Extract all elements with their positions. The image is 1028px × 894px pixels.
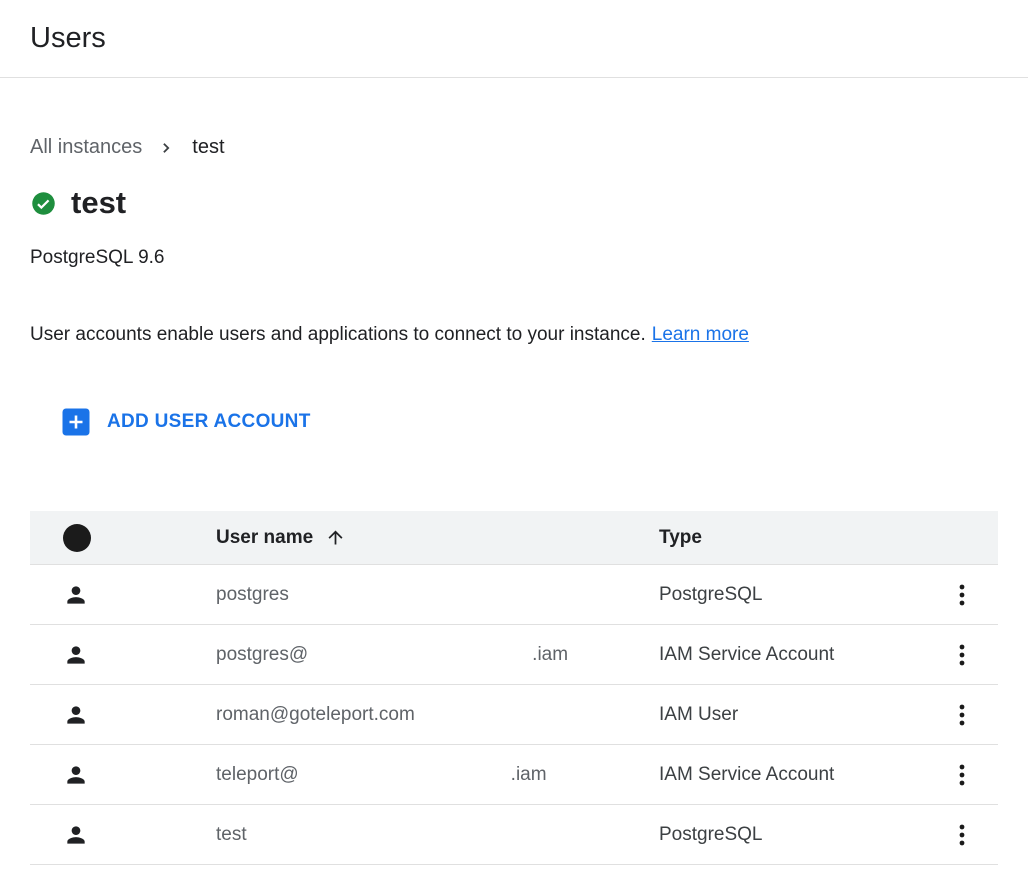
person-icon — [63, 642, 89, 668]
row-menu-button[interactable] — [946, 698, 978, 732]
row-menu-button[interactable] — [946, 818, 978, 852]
redacted-gap — [308, 659, 532, 660]
table-row: test PostgreSQL — [30, 805, 998, 865]
more-vert-icon — [950, 582, 974, 608]
user-type-cell: PostgreSQL — [659, 584, 926, 606]
plus-icon — [62, 408, 90, 436]
users-header-icon — [63, 524, 91, 552]
arrow-upward-icon — [325, 527, 346, 548]
user-type-cell: PostgreSQL — [659, 824, 926, 846]
more-vert-icon — [950, 702, 974, 728]
table-row: postgres PostgreSQL — [30, 565, 998, 625]
user-name-cell: postgres@.iam — [216, 644, 568, 666]
chevron-right-icon — [156, 137, 178, 159]
person-icon — [63, 702, 89, 728]
breadcrumb-all-instances[interactable]: All instances — [30, 136, 142, 159]
row-menu-button[interactable] — [946, 578, 978, 612]
instance-heading: test — [30, 185, 1028, 221]
table-row: postgres@.iam IAM Service Account — [30, 625, 998, 685]
person-icon — [63, 582, 89, 608]
breadcrumb-current: test — [192, 136, 224, 159]
description-body: User accounts enable users and applicati… — [30, 324, 646, 345]
row-menu-button[interactable] — [946, 758, 978, 792]
more-vert-icon — [950, 642, 974, 668]
instance-version: PostgreSQL 9.6 — [30, 247, 1028, 269]
user-name-cell: roman@goteleport.com — [216, 704, 415, 726]
description-text: User accounts enable users and applicati… — [30, 324, 1028, 346]
page-header: Users — [0, 0, 1028, 78]
add-user-account-button[interactable]: ADD USER ACCOUNT — [62, 408, 311, 436]
learn-more-link[interactable]: Learn more — [652, 324, 749, 345]
person-icon — [63, 822, 89, 848]
check-circle-icon — [30, 190, 57, 217]
more-vert-icon — [950, 762, 974, 788]
table-row: roman@goteleport.com IAM User — [30, 685, 998, 745]
users-table: User name Type postgres PostgreSQL — [30, 511, 998, 865]
add-user-account-label: ADD USER ACCOUNT — [107, 411, 311, 433]
user-type-cell: IAM Service Account — [659, 644, 926, 666]
page-title: Users — [30, 22, 106, 55]
table-row: teleport@.iam IAM Service Account — [30, 745, 998, 805]
person-icon — [63, 762, 89, 788]
user-type-cell: IAM Service Account — [659, 764, 926, 786]
user-type-cell: IAM User — [659, 704, 926, 726]
table-header-row: User name Type — [30, 511, 998, 565]
more-vert-icon — [950, 822, 974, 848]
user-name-cell: test — [216, 824, 247, 846]
redacted-gap — [299, 779, 511, 780]
main-content: All instances test test PostgreSQL 9.6 U… — [0, 136, 1028, 865]
user-name-cell: postgres — [216, 584, 289, 606]
column-header-user-name[interactable]: User name — [216, 527, 659, 549]
breadcrumb: All instances test — [30, 136, 1028, 159]
instance-name: test — [71, 185, 126, 221]
row-menu-button[interactable] — [946, 638, 978, 672]
user-name-cell: teleport@.iam — [216, 764, 547, 786]
column-header-type[interactable]: Type — [659, 527, 926, 549]
